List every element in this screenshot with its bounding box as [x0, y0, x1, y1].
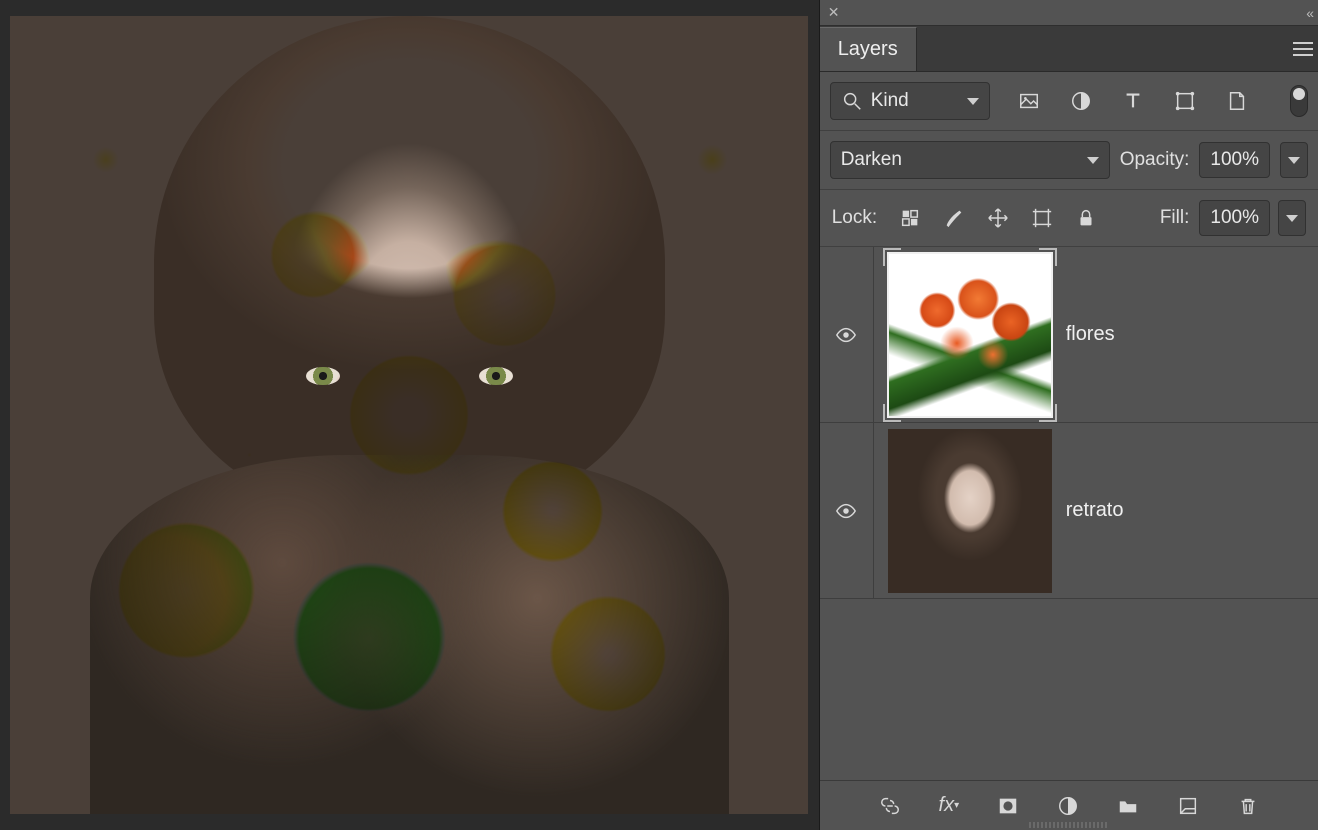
- layer-row[interactable]: flores: [820, 247, 1318, 423]
- link-layers-button[interactable]: [879, 795, 901, 817]
- chevron-down-icon: [1087, 157, 1099, 164]
- panel-menu-button[interactable]: [1288, 26, 1318, 72]
- filter-type-icons: [1018, 90, 1248, 112]
- filter-row: Kind: [820, 72, 1318, 131]
- lock-position-icon[interactable]: [987, 207, 1009, 229]
- tab-layers[interactable]: Layers: [820, 27, 917, 71]
- fill-label: Fill:: [1160, 207, 1190, 229]
- panel-tabs: Layers: [820, 26, 1318, 72]
- image-filter-icon[interactable]: [1018, 90, 1040, 112]
- layer-row[interactable]: retrato: [820, 423, 1318, 599]
- filter-toggle[interactable]: [1290, 85, 1308, 117]
- shape-filter-icon[interactable]: [1174, 90, 1196, 112]
- new-layer-button[interactable]: [1177, 795, 1199, 817]
- layer-mask-button[interactable]: [997, 795, 1019, 817]
- canvas-area: [0, 0, 819, 830]
- opacity-dropdown[interactable]: [1280, 142, 1308, 178]
- lock-fill-row: Lock: Fill: 100%: [820, 190, 1318, 247]
- layer-group-button[interactable]: [1117, 795, 1139, 817]
- filter-kind-select[interactable]: Kind: [830, 82, 990, 120]
- layer-visibility-toggle[interactable]: [820, 423, 874, 598]
- layers-bottom-bar: fx▾: [820, 780, 1318, 830]
- adjustment-filter-icon[interactable]: [1070, 90, 1092, 112]
- chevron-down-icon: [1288, 157, 1300, 164]
- chevron-down-icon: [967, 98, 979, 105]
- canvas-image[interactable]: [10, 16, 808, 814]
- filter-kind-label: Kind: [871, 90, 909, 112]
- layer-thumbnail[interactable]: [888, 253, 1052, 417]
- layer-fx-button[interactable]: fx▾: [939, 795, 960, 817]
- lock-brush-icon[interactable]: [943, 207, 965, 229]
- lock-label: Lock:: [832, 207, 877, 229]
- layers-panel: ✕ « Layers Kind: [819, 0, 1318, 830]
- lock-pixels-icon[interactable]: [899, 207, 921, 229]
- canvas-flowers-layer: [10, 16, 808, 814]
- fill-dropdown[interactable]: [1278, 200, 1306, 236]
- eye-icon: [835, 500, 857, 522]
- opacity-label: Opacity:: [1120, 149, 1190, 171]
- opacity-input[interactable]: 100%: [1199, 142, 1270, 178]
- panel-collapse-button[interactable]: «: [1306, 5, 1310, 21]
- panel-top-bar: ✕ «: [820, 0, 1318, 26]
- adjustment-layer-button[interactable]: [1057, 795, 1079, 817]
- fill-input[interactable]: 100%: [1199, 200, 1270, 236]
- lock-artboard-icon[interactable]: [1031, 207, 1053, 229]
- layer-name[interactable]: flores: [1066, 323, 1115, 346]
- panel-close-button[interactable]: ✕: [828, 4, 840, 21]
- smartobject-filter-icon[interactable]: [1226, 90, 1248, 112]
- layers-list: flores retrato: [820, 247, 1318, 780]
- delete-layer-button[interactable]: [1237, 795, 1259, 817]
- search-icon: [841, 90, 863, 112]
- blend-mode-value: Darken: [841, 149, 902, 171]
- hamburger-icon: [1293, 48, 1313, 50]
- chevron-down-icon: [1286, 215, 1298, 222]
- type-filter-icon[interactable]: [1122, 90, 1144, 112]
- eye-icon: [835, 324, 857, 346]
- lock-all-icon[interactable]: [1075, 207, 1097, 229]
- blend-mode-select[interactable]: Darken: [830, 141, 1110, 179]
- layer-visibility-toggle[interactable]: [820, 247, 874, 422]
- blend-opacity-row: Darken Opacity: 100%: [820, 131, 1318, 190]
- layer-name[interactable]: retrato: [1066, 499, 1124, 522]
- layer-thumbnail[interactable]: [888, 429, 1052, 593]
- panel-resize-grip[interactable]: [1029, 822, 1109, 828]
